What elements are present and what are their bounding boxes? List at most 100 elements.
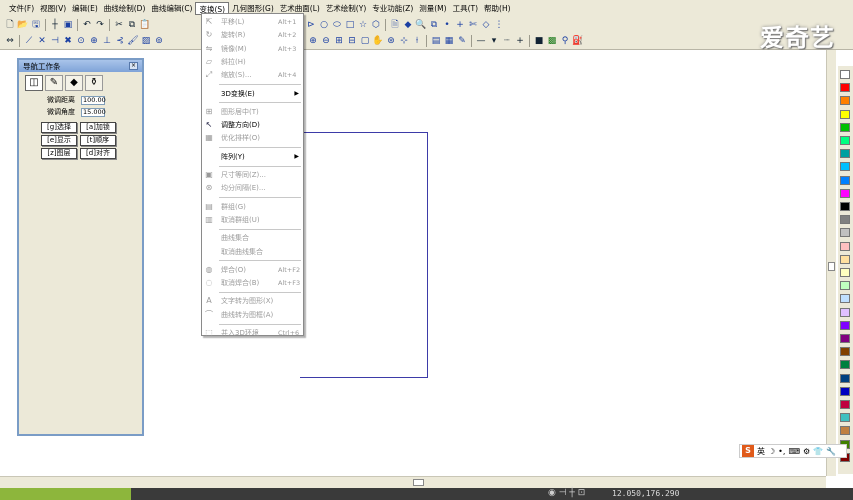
color-swatch[interactable]	[840, 294, 850, 304]
color-swatch[interactable]	[840, 320, 850, 330]
menu-option[interactable]: ⇋ 镜像(M) Alt+3	[202, 43, 303, 55]
color-swatch[interactable]	[840, 96, 850, 106]
color-swatch[interactable]	[840, 109, 850, 119]
settings-icon[interactable]: ⚙	[803, 447, 810, 456]
color-swatch[interactable]	[840, 386, 850, 396]
keyboard-icon[interactable]: ⌨	[788, 447, 800, 456]
copy-shape-icon[interactable]: ⧉	[428, 19, 440, 31]
vertical-scroll-thumb[interactable]	[828, 262, 835, 271]
horizontal-scrollbar[interactable]	[0, 476, 826, 488]
ime-logo[interactable]: S	[742, 445, 754, 457]
color-swatch[interactable]	[840, 228, 850, 238]
close-icon[interactable]: ×	[129, 62, 138, 70]
fill-black-icon[interactable]: ■	[533, 35, 545, 47]
menu-option[interactable]: ⤢ 缩放(S)... Alt+4	[202, 69, 303, 81]
nav-panel-titlebar[interactable]: 导航工作条 ×	[19, 60, 142, 72]
color-swatch[interactable]	[840, 122, 850, 132]
menu-item[interactable]: 文件(F)	[6, 2, 37, 15]
color-swatch[interactable]	[840, 426, 850, 436]
menu-option[interactable]: A 文字转为图形(X)	[202, 295, 303, 307]
cross-icon[interactable]: ✖	[62, 35, 74, 47]
crosshair-icon[interactable]: ┼	[49, 19, 61, 31]
menu-option[interactable]: 阵列(Y) ▶	[202, 151, 303, 163]
document-icon[interactable]: 🗎	[389, 19, 401, 31]
brush-icon[interactable]: 🖌	[127, 35, 139, 47]
rectangle-icon[interactable]: □	[344, 19, 356, 31]
menu-option[interactable]: ↻ 旋转(R) Alt+2	[202, 29, 303, 41]
zoom-out-icon[interactable]: ⊖	[320, 35, 332, 47]
status-snap-icons[interactable]: ◉ ⊣ ┼ ⊡	[548, 488, 585, 498]
menu-option[interactable]: 取消曲线集合	[202, 246, 303, 258]
pan-icon[interactable]: ⊚	[153, 35, 165, 47]
menu-item[interactable]: 工具(T)	[450, 2, 481, 15]
undo-icon[interactable]: ↶	[81, 19, 93, 31]
menu-option[interactable]: ▤ 群组(G)	[202, 201, 303, 213]
color-swatch[interactable]	[840, 307, 850, 317]
join-icon[interactable]: ⊣	[49, 35, 61, 47]
line-style-icon[interactable]: —	[475, 35, 487, 47]
zoom-all-icon[interactable]: ⊟	[346, 35, 358, 47]
color-swatch[interactable]	[840, 268, 850, 277]
lock-button[interactable]: [a]加锁	[80, 122, 116, 133]
circle-icon[interactable]: ○	[318, 19, 330, 31]
menu-option[interactable]: ▦ 优化排样(O)	[202, 132, 303, 144]
color-swatch[interactable]	[840, 136, 850, 145]
target-icon[interactable]: ⊙	[75, 35, 87, 47]
nudge-distance-input[interactable]: 100.00	[81, 95, 106, 105]
color-swatch[interactable]	[840, 83, 850, 93]
menu-item[interactable]: 视图(V)	[37, 2, 69, 15]
menu-option[interactable]: ↖ 调整方向(D)	[202, 119, 303, 131]
save-icon[interactable]: 🖫	[30, 19, 42, 31]
cut-icon[interactable]: ✂	[113, 19, 125, 31]
color-swatch[interactable]	[840, 70, 850, 79]
eraser-icon[interactable]: ◆	[65, 75, 83, 91]
marker-icon[interactable]: ⍿	[411, 35, 423, 47]
color-swatch[interactable]	[840, 162, 850, 172]
plus-icon[interactable]: +	[454, 19, 466, 31]
image-icon[interactable]: ▨	[140, 35, 152, 47]
color-swatch[interactable]	[840, 241, 850, 251]
menu-item[interactable]: 编辑(E)	[69, 2, 101, 15]
menu-option[interactable]: ◍ 焊合(O) Alt+F2	[202, 264, 303, 276]
color-swatch[interactable]	[840, 334, 850, 343]
order-button[interactable]: [t]顺序	[80, 135, 116, 146]
color-swatch[interactable]	[840, 347, 850, 357]
copy-icon[interactable]: ⧉	[126, 19, 138, 31]
menu-item[interactable]: 曲线编辑(C)	[148, 2, 195, 15]
color-swatch[interactable]	[840, 188, 850, 198]
scissors-icon[interactable]: ✄	[467, 19, 479, 31]
moon-icon[interactable]: ☽	[768, 447, 775, 456]
color-swatch[interactable]	[840, 360, 850, 370]
ellipse-icon[interactable]: ⬭	[331, 19, 343, 31]
redo-icon[interactable]: ↷	[94, 19, 106, 31]
trim-icon[interactable]: ⊰	[114, 35, 126, 47]
new-file-icon[interactable]: 🗋	[4, 19, 16, 31]
pen-icon[interactable]: ✎	[456, 35, 468, 47]
layers-icon[interactable]: ◫	[25, 75, 43, 91]
color-swatch[interactable]	[840, 149, 850, 159]
dash-style-icon[interactable]: ┈	[501, 35, 513, 47]
arrows-icon[interactable]: ⇔	[4, 35, 16, 47]
paste-icon[interactable]: 📋	[139, 19, 151, 31]
menu-option[interactable]: ▥ 取消群组(U)	[202, 214, 303, 226]
ime-language-label[interactable]: 英	[757, 446, 765, 457]
select-box-icon[interactable]: ▣	[62, 19, 74, 31]
menu-option[interactable]: ▱ 斜拉(H)	[202, 56, 303, 68]
punctuation-icon[interactable]: •,	[778, 447, 785, 456]
vertical-scrollbar[interactable]	[826, 50, 836, 476]
zoom-in-icon[interactable]: ⊕	[307, 35, 319, 47]
color-swatch[interactable]	[840, 400, 850, 409]
polyline-icon[interactable]: ⊳	[305, 19, 317, 31]
snap-icon[interactable]: ⊛	[385, 35, 397, 47]
wrench-icon[interactable]: 🔧	[826, 447, 836, 456]
align-icon[interactable]: ⋮	[493, 19, 505, 31]
hand-icon[interactable]: ✋	[372, 35, 384, 47]
nudge-angle-input[interactable]: 15.000	[81, 107, 106, 117]
select-button[interactable]: [g]选择	[41, 122, 77, 133]
align-button[interactable]: [d]对齐	[80, 148, 116, 159]
menu-option[interactable]: ◌ 取消焊合(B) Alt+F3	[202, 277, 303, 289]
display-button[interactable]: [e]显示	[41, 135, 77, 146]
menu-option[interactable]: ⌒ 曲线转为图框(A)	[202, 309, 303, 321]
skin-icon[interactable]: 👕	[813, 447, 823, 456]
color-swatch[interactable]	[840, 373, 850, 383]
